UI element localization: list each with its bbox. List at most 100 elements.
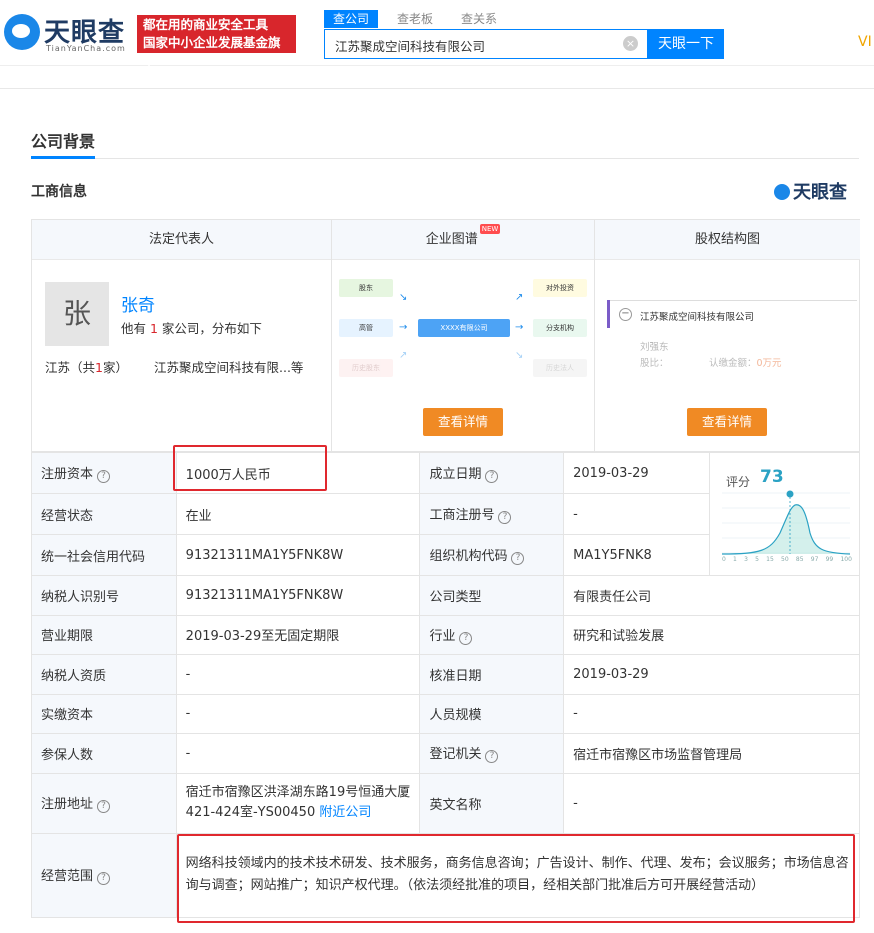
graph-node-exec: 高管 bbox=[339, 319, 393, 337]
est-date-value: 2019-03-29 bbox=[563, 452, 710, 494]
graph-head-label: 企业图谱 bbox=[425, 232, 478, 247]
help-icon[interactable]: ? bbox=[97, 470, 111, 483]
vip-link[interactable]: VI bbox=[858, 34, 872, 50]
arrow-icon: ↘ bbox=[515, 350, 524, 361]
subsection-title: 工商信息 bbox=[31, 184, 87, 200]
tab-relation[interactable]: 查关系 bbox=[452, 10, 506, 28]
brand-text: 天眼查 bbox=[793, 182, 847, 203]
taxpayer-q-value: - bbox=[175, 654, 421, 695]
status-value: 在业 bbox=[175, 493, 421, 535]
scope-label: 经营范围 bbox=[41, 869, 94, 884]
tab-company[interactable]: 查公司 bbox=[324, 10, 379, 28]
address-key: 注册地址? bbox=[31, 772, 177, 834]
section-underline bbox=[31, 156, 95, 159]
tab-boss[interactable]: 查老板 bbox=[388, 10, 442, 28]
arrow-icon: ↗ bbox=[515, 292, 524, 303]
table-row: 注册地址? 宿迁市宿豫区洪泽湖东路19号恒通大厦421-424室-YS00450… bbox=[31, 772, 860, 834]
reg-no-value: - bbox=[563, 493, 710, 535]
score-tick: 5 bbox=[755, 556, 759, 563]
help-icon[interactable]: ? bbox=[485, 470, 499, 483]
slogan-line2: 国家中小企业发展基金旗下 bbox=[143, 35, 281, 68]
equity-amount-row: 认缴金额：0万元 bbox=[709, 355, 782, 369]
table-row: 纳税人识别号 91321311MA1Y5FNK8W 公司类型 有限责任公司 bbox=[31, 575, 860, 616]
address-value: 宿迁市宿豫区洪泽湖东路19号恒通大厦421-424室-YS00450 附近公司 bbox=[175, 772, 421, 834]
credit-code-value: 91321311MA1Y5FNK8W bbox=[175, 534, 421, 576]
term-key: 营业期限 bbox=[31, 614, 177, 655]
collapse-icon[interactable]: − bbox=[619, 308, 632, 321]
org-code-label: 组织机构代码 bbox=[429, 549, 508, 564]
paid-key: 实缴资本 bbox=[31, 693, 177, 734]
company-type-value: 有限责任公司 bbox=[563, 575, 860, 616]
equity-person: 刘强东 bbox=[640, 342, 669, 353]
org-code-value: MA1Y5FNK8 bbox=[563, 534, 710, 576]
approval-key: 核准日期 bbox=[419, 654, 565, 695]
reg-capital-key: 注册资本? bbox=[31, 452, 177, 494]
search-button[interactable]: 天眼一下 bbox=[648, 29, 724, 59]
help-icon[interactable]: ? bbox=[511, 552, 525, 565]
help-icon[interactable]: ? bbox=[485, 750, 499, 764]
score-tick: 1 bbox=[733, 556, 737, 563]
graph-node-history-shareholder: 历史股东 bbox=[339, 359, 393, 377]
score-axis: 0 1 3 5 15 50 85 97 99 100 bbox=[722, 556, 852, 563]
highlight-box bbox=[177, 834, 855, 923]
equity-detail-button[interactable]: 查看详情 bbox=[687, 408, 767, 436]
equity-head: 股权结构图 bbox=[595, 220, 860, 260]
credit-code-key: 统一社会信用代码 bbox=[31, 534, 177, 576]
paid-value: - bbox=[175, 693, 421, 734]
equity-amount: 0万元 bbox=[756, 358, 782, 369]
logo-subtext: TianYanCha.com bbox=[46, 44, 126, 53]
legal-rep-companies[interactable]: 江苏聚成空间科技有限...等 bbox=[154, 357, 303, 376]
help-icon[interactable]: ? bbox=[459, 631, 473, 645]
term-value: 2019-03-29至无固定期限 bbox=[175, 614, 421, 655]
score-chart bbox=[721, 490, 851, 555]
search-input[interactable]: 江苏聚成空间科技有限公司 × bbox=[324, 29, 648, 59]
section-divider bbox=[31, 158, 859, 159]
industry-label: 行业 bbox=[429, 628, 456, 644]
table-row: 营业期限 2019-03-29至无固定期限 行业? 研究和试验发展 bbox=[31, 614, 860, 655]
authority-key: 登记机关? bbox=[419, 733, 565, 774]
table-row: 参保人数 - 登记机关? 宿迁市宿豫区市场监督管理局 bbox=[31, 733, 860, 774]
divider bbox=[0, 88, 874, 89]
equity-line bbox=[607, 300, 857, 301]
score-label: 评分 bbox=[726, 475, 751, 489]
legal-rep-province: 江苏（共1家） bbox=[45, 357, 128, 376]
highlight-box bbox=[173, 445, 327, 491]
help-icon[interactable]: ? bbox=[498, 511, 512, 524]
brand-eye-icon bbox=[774, 184, 790, 200]
company-page: 公司背景 工商信息 天眼查 法定代表人 张 张奇 他有 1 家公司，分布如下 江… bbox=[0, 66, 874, 933]
site-logo[interactable]: 天眼查 TianYanCha.com bbox=[4, 10, 128, 56]
score-tick: 3 bbox=[744, 556, 748, 563]
taxpayer-id-key: 纳税人识别号 bbox=[31, 575, 177, 616]
graph-node-history-legal: 历史法人 bbox=[533, 359, 587, 377]
industry-key: 行业? bbox=[419, 614, 565, 655]
score-tick: 15 bbox=[766, 556, 774, 563]
est-date-label: 成立日期 bbox=[429, 467, 482, 482]
authority-label: 登记机关 bbox=[429, 747, 482, 763]
top-header: 天眼查 TianYanCha.com 都在用的商业安全工具 国家中小企业发展基金… bbox=[0, 0, 874, 68]
nearby-companies-link[interactable]: 附近公司 bbox=[319, 805, 371, 820]
taxpayer-q-key: 纳税人资质 bbox=[31, 654, 177, 695]
score-cell: 0 1 3 5 15 50 85 97 99 100 bbox=[708, 452, 861, 576]
legal-rep-name[interactable]: 张奇 bbox=[121, 291, 155, 316]
info-cards: 法定代表人 张 张奇 他有 1 家公司，分布如下 江苏（共1家） 江苏聚成空间科… bbox=[31, 219, 860, 452]
graph-card: 企业图谱NEW 股东 高管 历史股东 XXXX有限公司 对外投资 分支机构 历史… bbox=[332, 220, 595, 451]
insured-key: 参保人数 bbox=[31, 733, 177, 774]
section-title: 公司背景 bbox=[31, 132, 96, 151]
help-icon[interactable]: ? bbox=[97, 800, 111, 813]
score-tick: 97 bbox=[810, 556, 819, 563]
slogan-banner[interactable]: 都在用的商业安全工具 国家中小企业发展基金旗下 bbox=[137, 15, 296, 68]
brand-watermark: 天眼查 bbox=[774, 178, 847, 204]
help-icon[interactable]: ? bbox=[97, 872, 111, 885]
score-tick: 85 bbox=[795, 556, 804, 563]
graph-node-invest: 对外投资 bbox=[533, 279, 587, 297]
avatar[interactable]: 张 bbox=[45, 282, 109, 346]
score-tick: 50 bbox=[781, 556, 789, 563]
equity-company: 江苏聚成空间科技有限公司 bbox=[640, 312, 755, 323]
graph-detail-button[interactable]: 查看详情 bbox=[423, 408, 503, 436]
logo-eye-icon bbox=[4, 14, 40, 50]
industry-value: 研究和试验发展 bbox=[563, 614, 860, 655]
arrow-icon: → bbox=[515, 322, 524, 333]
authority-value: 宿迁市宿豫区市场监督管理局 bbox=[563, 733, 860, 774]
clear-icon[interactable]: × bbox=[623, 36, 638, 51]
address-label: 注册地址 bbox=[41, 797, 94, 812]
